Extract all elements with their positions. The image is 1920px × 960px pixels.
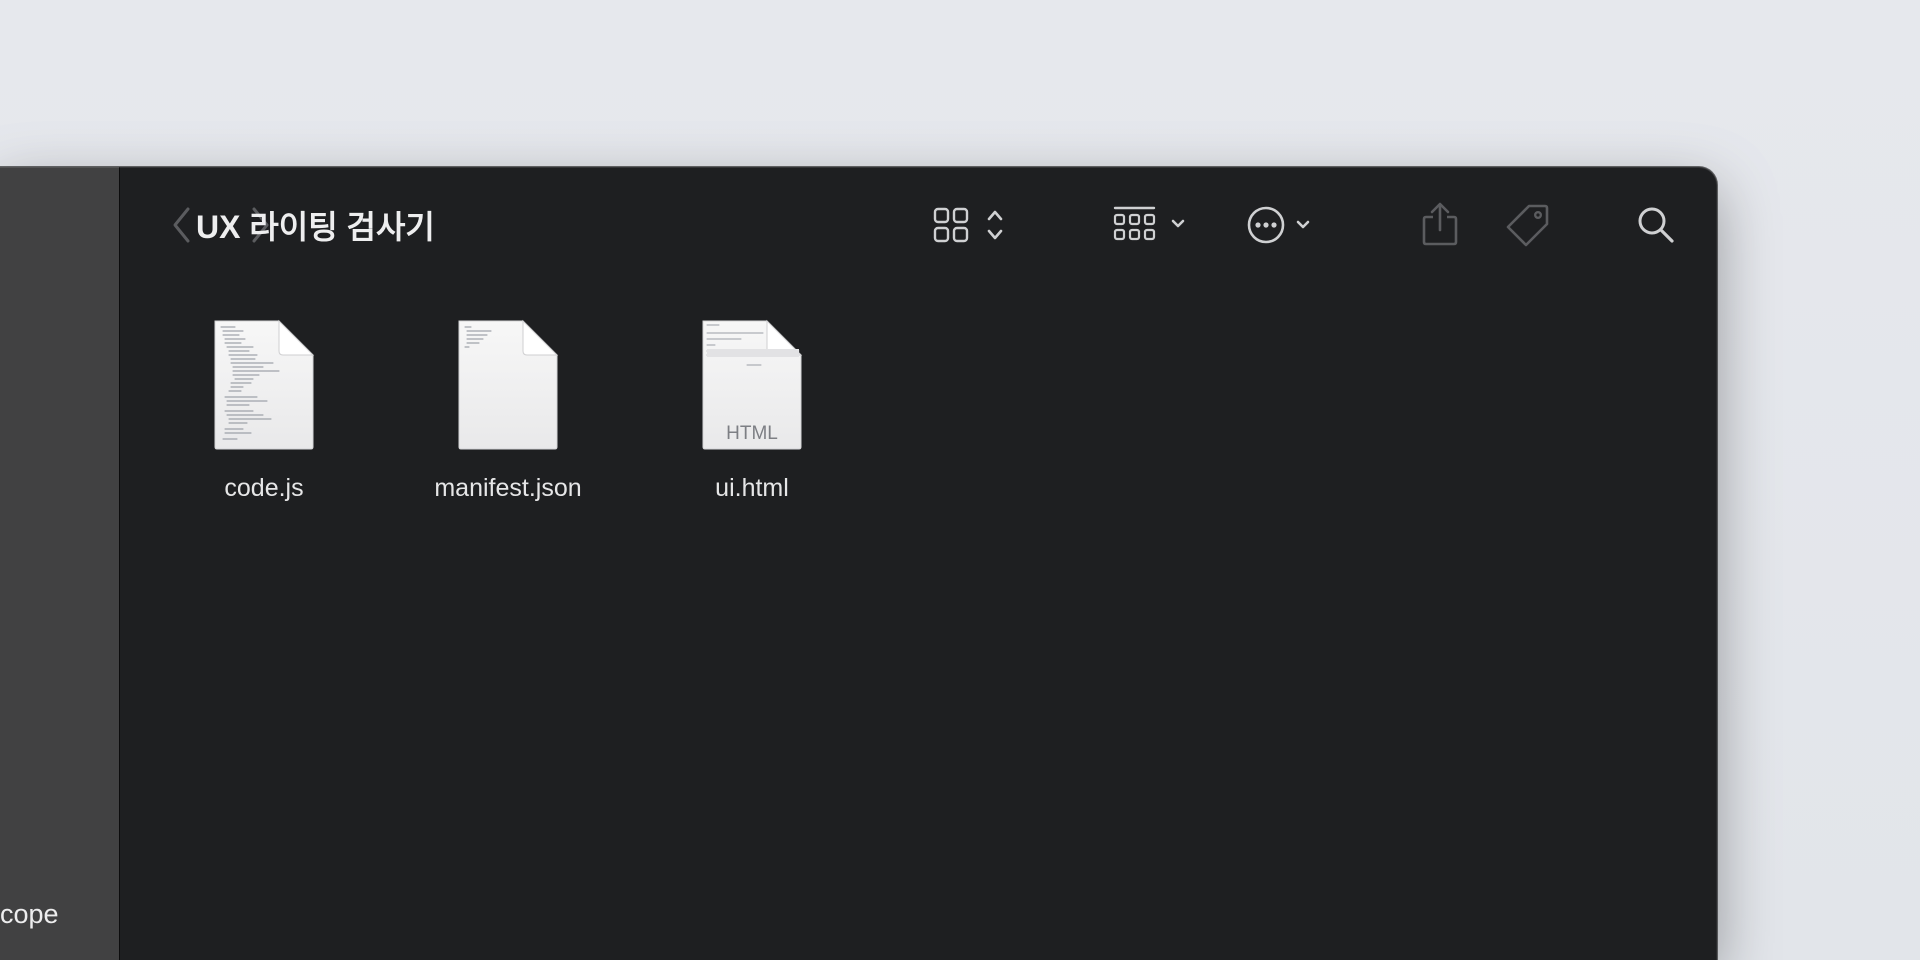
js-document-icon bbox=[214, 319, 315, 450]
share-icon bbox=[1422, 202, 1458, 246]
search-button[interactable] bbox=[1634, 203, 1678, 247]
json-document-icon bbox=[458, 319, 559, 450]
ellipsis-circle-icon bbox=[1247, 206, 1310, 244]
finder-window: cope code.js manifest.json HTML ui.html bbox=[0, 167, 1717, 960]
grid-icon bbox=[933, 207, 1003, 243]
window-title: UX 라이팅 검사기 bbox=[196, 209, 435, 245]
action-button[interactable] bbox=[1244, 203, 1324, 247]
main-area: code.js manifest.json HTML ui.html bbox=[120, 167, 1717, 960]
search-icon bbox=[1638, 207, 1674, 243]
file-type-badge: HTML bbox=[726, 423, 778, 444]
tag-icon bbox=[1506, 204, 1549, 247]
file-name: ui.html bbox=[715, 474, 789, 502]
chevron-left-icon bbox=[173, 207, 190, 243]
file-name: manifest.json bbox=[434, 474, 582, 502]
sidebar: cope bbox=[0, 167, 120, 960]
group-icon bbox=[1113, 206, 1185, 241]
group-button[interactable] bbox=[1110, 203, 1192, 247]
file-name: code.js bbox=[224, 474, 304, 502]
view-mode-button[interactable] bbox=[930, 203, 1010, 247]
share-button[interactable] bbox=[1420, 200, 1460, 248]
sidebar-item-scope[interactable]: cope bbox=[0, 899, 59, 930]
tag-button[interactable] bbox=[1504, 201, 1552, 247]
back-button[interactable] bbox=[164, 205, 200, 245]
